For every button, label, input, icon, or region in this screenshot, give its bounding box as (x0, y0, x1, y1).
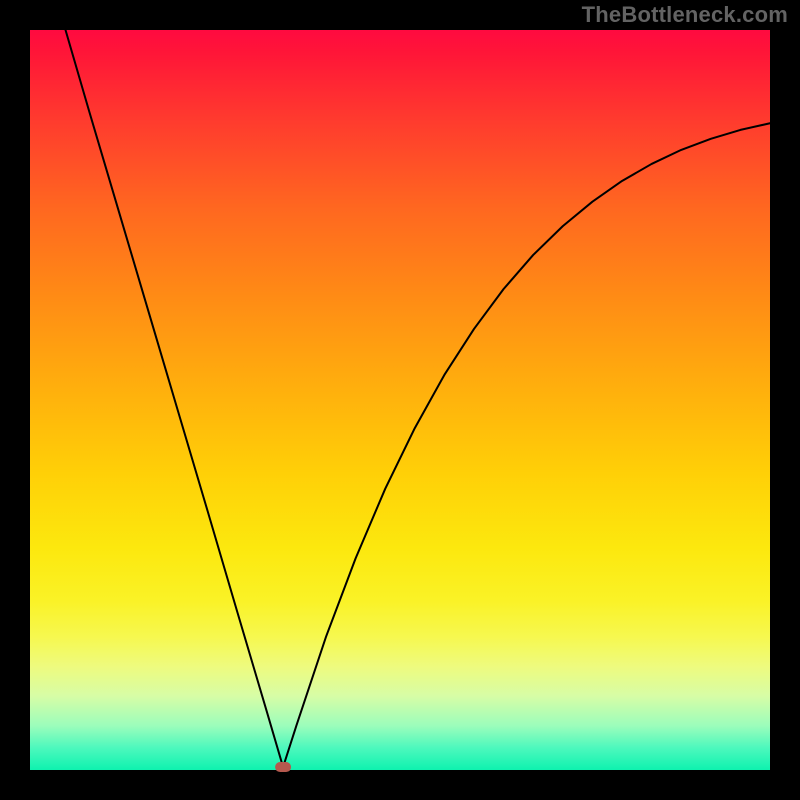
watermark-text: TheBottleneck.com (582, 2, 788, 28)
bottleneck-curve (66, 30, 770, 767)
optimal-point-marker (275, 762, 291, 772)
chart-frame: TheBottleneck.com (0, 0, 800, 800)
plot-svg (30, 30, 770, 770)
plot-area (30, 30, 770, 770)
